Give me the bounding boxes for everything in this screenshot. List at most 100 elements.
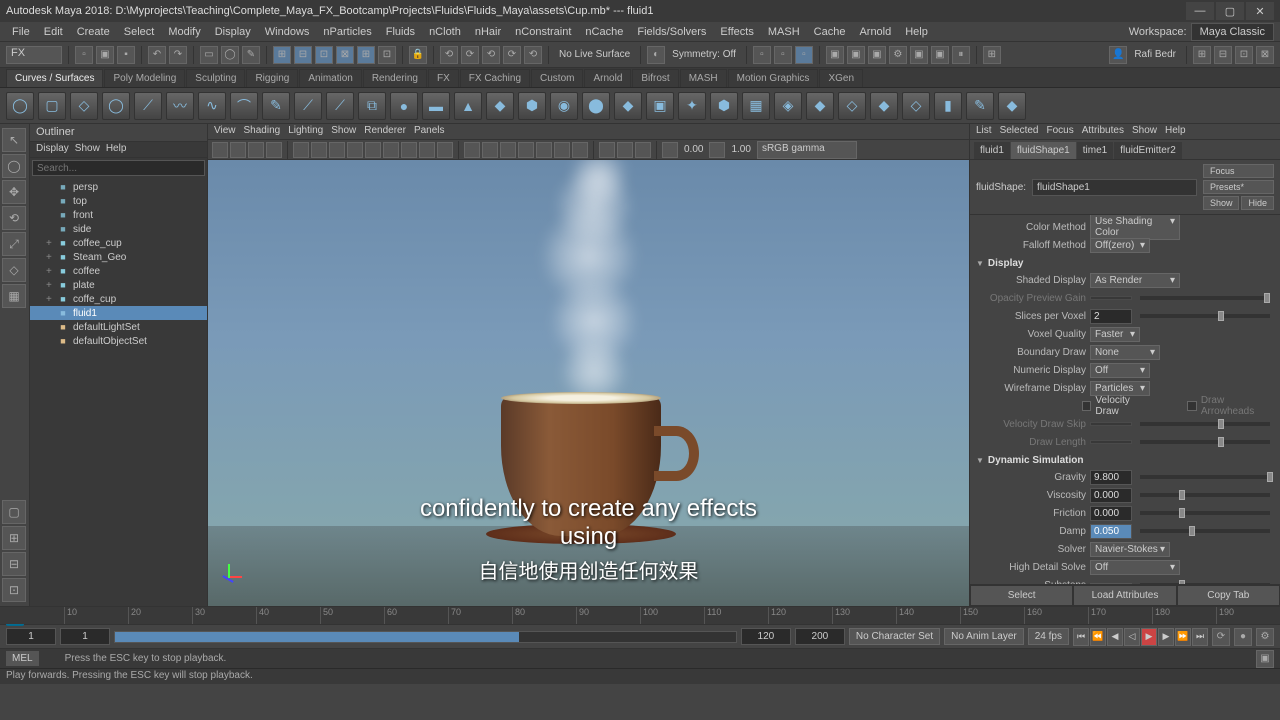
menu-select[interactable]: Select — [118, 24, 161, 40]
shelf-icon[interactable]: ✎ — [966, 92, 994, 120]
menu-edit[interactable]: Edit — [38, 24, 69, 40]
redo-icon[interactable]: ↷ — [169, 46, 187, 64]
shelf-icon[interactable]: ⬢ — [710, 92, 738, 120]
friction-slider[interactable] — [1140, 511, 1270, 515]
snap-view-icon[interactable]: ⊡ — [378, 46, 396, 64]
display-section[interactable]: ▼Display — [976, 255, 1274, 272]
menu-mash[interactable]: MASH — [762, 24, 806, 40]
vp-xray-joints-icon[interactable] — [635, 142, 651, 158]
move-tool-icon[interactable]: ✥ — [2, 180, 26, 204]
r1-icon[interactable]: ▫ — [753, 46, 771, 64]
shelf-icon[interactable]: ◯ — [102, 92, 130, 120]
snap-point-icon[interactable]: ⊡ — [315, 46, 333, 64]
menu-help[interactable]: Help — [899, 24, 934, 40]
pane3-icon[interactable]: ⊡ — [1235, 46, 1253, 64]
vp-safe-action-icon[interactable] — [419, 142, 435, 158]
menu-file[interactable]: File — [6, 24, 36, 40]
snap-grid-icon[interactable]: ⊞ — [273, 46, 291, 64]
menu-arnold[interactable]: Arnold — [853, 24, 897, 40]
substeps-slider[interactable] — [1140, 583, 1270, 584]
outliner-tree[interactable]: ■persp■top■front■side+■coffee_cup+■Steam… — [30, 178, 207, 606]
vp-colorspace-dropdown[interactable]: sRGB gamma — [757, 141, 857, 159]
shelf-tab-poly[interactable]: Poly Modeling — [104, 69, 185, 87]
friction-field[interactable]: 0.000 — [1090, 506, 1132, 521]
render-icon[interactable]: ▣ — [826, 46, 844, 64]
shelf-icon[interactable]: ⬤ — [582, 92, 610, 120]
menu-nconstraint[interactable]: nConstraint — [509, 24, 577, 40]
outliner-item-front[interactable]: ■front — [30, 208, 207, 222]
r-layer-icon[interactable]: ▣ — [931, 46, 949, 64]
shelf-tab-custom[interactable]: Custom — [531, 69, 583, 87]
vp-ao-icon[interactable] — [536, 142, 552, 158]
numeric-dropdown[interactable]: Off▾ — [1090, 363, 1150, 378]
end-frame-field[interactable] — [795, 628, 845, 645]
arrowheads-checkbox[interactable] — [1187, 401, 1196, 411]
shelf-icon[interactable]: ▬ — [422, 92, 450, 120]
attr-tab-emitter[interactable]: fluidEmitter2 — [1114, 142, 1182, 159]
shelf-icon[interactable]: ▲ — [454, 92, 482, 120]
shelf-icon[interactable]: ▦ — [742, 92, 770, 120]
snap-curve-icon[interactable]: ⊟ — [294, 46, 312, 64]
pane4-icon[interactable]: ⊠ — [1256, 46, 1274, 64]
presets-button[interactable]: Presets* — [1203, 180, 1274, 194]
menu-ncloth[interactable]: nCloth — [423, 24, 467, 40]
boundary-dropdown[interactable]: None▾ — [1090, 345, 1160, 360]
damp-slider[interactable] — [1140, 529, 1270, 533]
render-setup-icon[interactable]: ⚙ — [889, 46, 907, 64]
attr-tab-time1[interactable]: time1 — [1077, 142, 1113, 159]
vp-image-plane-icon[interactable] — [266, 142, 282, 158]
last-tool-icon[interactable]: ◇ — [2, 258, 26, 282]
outliner-item-coffe_cup[interactable]: +■coffe_cup — [30, 292, 207, 306]
step-fwd-frame-button[interactable]: ▶ — [1158, 628, 1174, 646]
select-mode-icon[interactable]: ▭ — [200, 46, 218, 64]
range-slider[interactable] — [114, 631, 737, 643]
attr-menu-list[interactable]: List — [976, 125, 992, 138]
outliner-item-defaultObjectSet[interactable]: ■defaultObjectSet — [30, 334, 207, 348]
snap-live-icon[interactable]: ⊞ — [357, 46, 375, 64]
shelf-icon[interactable]: ◆ — [614, 92, 642, 120]
shelf-icon[interactable]: ◆ — [870, 92, 898, 120]
shaded-display-dropdown[interactable]: As Render▾ — [1090, 273, 1180, 288]
play-forward-button[interactable]: ▶ — [1141, 628, 1157, 646]
rotate-tool-icon[interactable]: ⟲ — [2, 206, 26, 230]
damp-field[interactable]: 0.050 — [1090, 524, 1132, 539]
outliner-item-Steam_Geo[interactable]: +■Steam_Geo — [30, 250, 207, 264]
vp-gamma-icon[interactable] — [709, 142, 725, 158]
shelf-icon[interactable]: ⟋ — [294, 92, 322, 120]
dynsim-section[interactable]: ▼Dynamic Simulation — [976, 452, 1274, 469]
shelf-tab-curves[interactable]: Curves / Surfaces — [6, 69, 103, 87]
vp-grease-icon[interactable] — [311, 142, 327, 158]
vp-film-gate-icon[interactable] — [347, 142, 363, 158]
symmetry-label[interactable]: Symmetry: Off — [668, 49, 740, 60]
menu-ncache[interactable]: nCache — [579, 24, 629, 40]
layout-outliner-icon[interactable]: ⊡ — [2, 578, 26, 602]
autokey-icon[interactable]: ● — [1234, 628, 1252, 646]
r2-icon[interactable]: ▫ — [774, 46, 792, 64]
shelf-icon[interactable]: ⟋ — [134, 92, 162, 120]
history-icon[interactable]: ⟲ — [440, 46, 458, 64]
shelf-icon[interactable]: ◆ — [998, 92, 1026, 120]
outliner-item-plate[interactable]: +■plate — [30, 278, 207, 292]
range-start-field[interactable] — [60, 628, 110, 645]
r3-icon[interactable]: ▫ — [795, 46, 813, 64]
open-scene-icon[interactable]: ▣ — [96, 46, 114, 64]
show-button[interactable]: Show — [1203, 196, 1240, 210]
outliner-item-top[interactable]: ■top — [30, 194, 207, 208]
scale-tool-icon[interactable]: ⤢ — [2, 232, 26, 256]
shelf-icon[interactable]: ● — [390, 92, 418, 120]
attr-tab-fluid1[interactable]: fluid1 — [974, 142, 1010, 159]
lock-icon[interactable]: 🔒 — [409, 46, 427, 64]
vp-menu-show[interactable]: Show — [331, 125, 356, 138]
layout-icon[interactable]: ⊞ — [983, 46, 1001, 64]
solver-dropdown[interactable]: Navier-Stokes▾ — [1090, 542, 1170, 557]
shelf-tab-motion[interactable]: Motion Graphics — [728, 69, 819, 87]
fps-dropdown[interactable]: 24 fps — [1028, 628, 1069, 645]
hdsolve-dropdown[interactable]: Off▾ — [1090, 560, 1180, 575]
vp-camera-lock-icon[interactable] — [230, 142, 246, 158]
shelf-tab-fxcache[interactable]: FX Caching — [460, 69, 530, 87]
shelf-icon[interactable]: ▣ — [646, 92, 674, 120]
vp-menu-shading[interactable]: Shading — [244, 125, 281, 138]
history3-icon[interactable]: ⟲ — [482, 46, 500, 64]
shelf-icon[interactable]: ◇ — [902, 92, 930, 120]
vp-menu-renderer[interactable]: Renderer — [364, 125, 406, 138]
